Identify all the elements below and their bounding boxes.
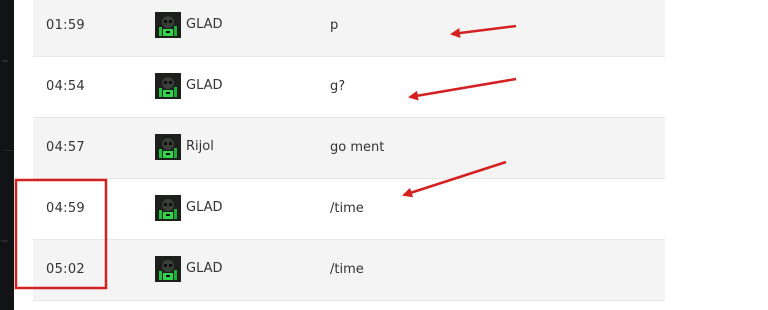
message-cell: /time: [330, 262, 364, 277]
player-name: GLAD: [186, 261, 223, 276]
table-row: 05:02 GLAD /time: [33, 240, 665, 301]
player-avatar: [155, 256, 181, 282]
player-name: GLAD: [186, 200, 223, 215]
player-avatar: [155, 134, 181, 160]
background-texture: [2, 60, 8, 62]
chat-log-table: 01:59 GLAD p 04:54 GLAD g? 04:57 Rijol g…: [33, 0, 665, 310]
time-cell: 04:54: [46, 79, 85, 94]
message-cell: p: [330, 18, 339, 33]
time-cell: 01:59: [46, 18, 85, 33]
player-avatar: [155, 195, 181, 221]
background-texture: [4, 150, 12, 151]
player-avatar: [155, 73, 181, 99]
time-cell: 04:59: [46, 201, 85, 216]
table-row: 04:54 GLAD g?: [33, 57, 665, 118]
message-cell: /time: [330, 201, 364, 216]
time-cell: 04:57: [46, 140, 85, 155]
player-name: GLAD: [186, 17, 223, 32]
left-background-strip: [0, 0, 14, 310]
time-cell: 05:02: [46, 262, 85, 277]
message-cell: go ment: [330, 140, 385, 155]
table-row: 04:57 Rijol go ment: [33, 118, 665, 179]
player-name: GLAD: [186, 78, 223, 93]
table-row: 01:59 GLAD p: [33, 0, 665, 57]
background-texture: [1, 240, 8, 242]
player-name: Rijol: [186, 139, 214, 154]
message-cell: g?: [330, 79, 346, 94]
player-avatar: [155, 12, 181, 38]
table-row: 04:59 GLAD /time: [33, 179, 665, 240]
